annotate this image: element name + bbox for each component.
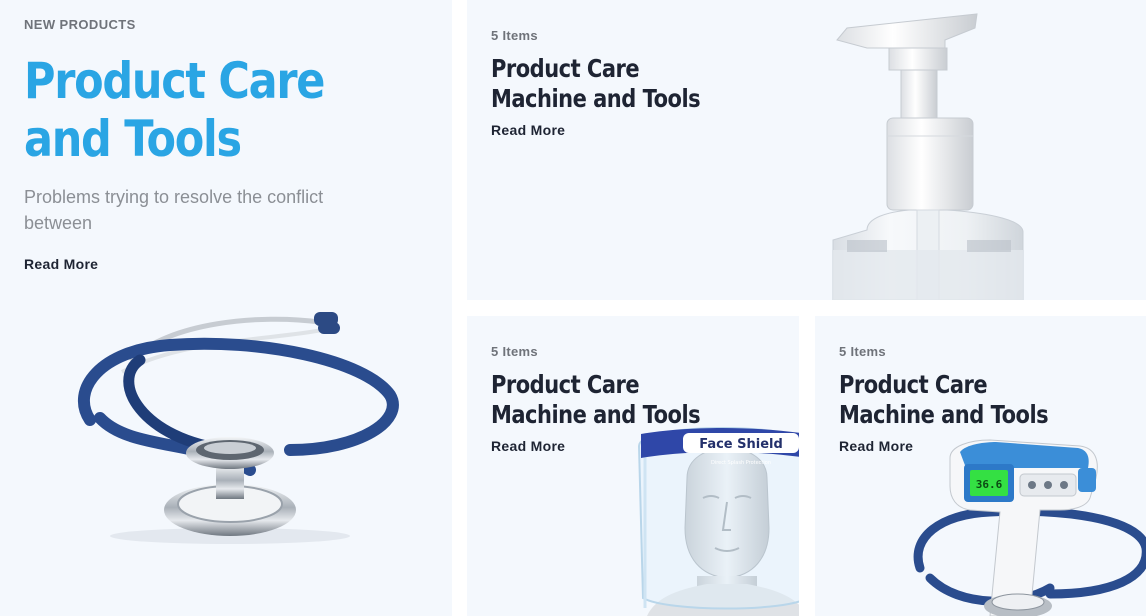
hero-title-line-1: Product Care bbox=[24, 52, 325, 110]
hero-title: Product Care and Tools bbox=[24, 52, 368, 168]
item-count: 5 Items bbox=[491, 28, 538, 43]
stethoscope-image bbox=[78, 312, 399, 544]
card-title-line-1: Product Care bbox=[491, 370, 640, 399]
infrared-thermometer-image: 36.6 bbox=[913, 439, 1146, 616]
card-title-line-1: Product Care bbox=[491, 54, 640, 83]
section-kicker: NEW PRODUCTS bbox=[24, 17, 136, 32]
face-shield-label: Face Shield bbox=[699, 437, 783, 452]
hero-read-more-link[interactable]: Read More bbox=[24, 256, 98, 272]
card-title-line-2: Machine and Tools bbox=[491, 84, 701, 113]
item-count: 5 Items bbox=[839, 344, 886, 359]
card-read-more-link[interactable]: Read More bbox=[491, 438, 565, 454]
hero-title-line-2: and Tools bbox=[24, 110, 242, 168]
face-shield-image: Face Shield Direct Splash Protection bbox=[637, 427, 799, 616]
hero-description: Problems trying to resolve the conflict … bbox=[24, 187, 324, 233]
pump-bottle-image bbox=[832, 13, 1024, 300]
card-read-more-link[interactable]: Read More bbox=[839, 438, 913, 454]
item-count: 5 Items bbox=[491, 344, 538, 359]
card-read-more-link[interactable]: Read More bbox=[491, 122, 565, 138]
card-title: Product Care Machine and Tools bbox=[491, 54, 726, 114]
thermometer-display: 36.6 bbox=[976, 478, 1003, 491]
product-card[interactable]: 5 Items Product Care Machine and Tools R… bbox=[467, 0, 1146, 300]
hero-card: NEW PRODUCTS Product Care and Tools Prob… bbox=[0, 0, 452, 616]
card-title-line-2: Machine and Tools bbox=[839, 400, 1049, 429]
card-title: Product Care Machine and Tools bbox=[839, 370, 1074, 430]
face-shield-sublabel: Direct Splash Protection bbox=[711, 460, 771, 466]
card-title-line-1: Product Care bbox=[839, 370, 988, 399]
product-card[interactable]: 5 Items Product Care Machine and Tools R… bbox=[815, 316, 1146, 616]
product-card[interactable]: 5 Items Product Care Machine and Tools R… bbox=[467, 316, 799, 616]
